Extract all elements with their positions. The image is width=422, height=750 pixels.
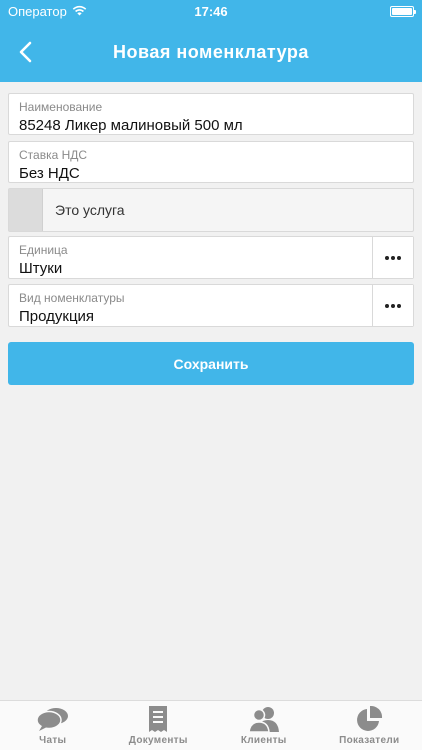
name-field-value[interactable]: 85248 Ликер малиновый 500 мл — [19, 116, 403, 136]
status-bar: Оператор 17:46 — [0, 0, 422, 22]
tab-indicators-label: Показатели — [339, 735, 400, 746]
vat-field[interactable]: Ставка НДС Без НДС — [8, 141, 414, 183]
name-field[interactable]: Наименование 85248 Ликер малиновый 500 м… — [8, 93, 414, 135]
status-left: Оператор — [8, 4, 87, 19]
unit-more-button[interactable] — [372, 237, 413, 278]
service-checkbox[interactable] — [9, 189, 43, 231]
battery-level — [392, 7, 412, 15]
page-title: Новая номенклатура — [113, 41, 309, 62]
chat-bubbles-icon — [35, 705, 71, 733]
service-toggle-label: Это услуга — [55, 202, 125, 218]
service-toggle-row[interactable]: Это услуга — [8, 188, 414, 232]
tab-documents-label: Документы — [128, 735, 188, 746]
tab-chats[interactable]: Чаты — [0, 701, 106, 750]
kind-field-label: Вид номенклатуры — [19, 291, 125, 305]
battery-icon — [390, 5, 416, 17]
chevron-left-icon — [19, 41, 32, 63]
tab-indicators[interactable]: Показатели — [317, 701, 422, 750]
tab-clients-label: Клиенты — [240, 735, 287, 746]
carrier-name: Оператор — [8, 3, 67, 19]
save-button[interactable]: Сохранить — [8, 342, 414, 385]
name-field-label: Наименование — [19, 100, 103, 114]
nav-bar: Новая номенклатура — [0, 22, 422, 82]
kind-field-value[interactable]: Продукция — [19, 307, 403, 327]
more-dots-icon — [385, 303, 401, 308]
tab-clients[interactable]: Клиенты — [211, 701, 317, 750]
unit-field[interactable]: Единица Штуки — [8, 236, 414, 279]
tab-chats-label: Чаты — [39, 735, 67, 746]
unit-field-label: Единица — [19, 243, 68, 257]
unit-field-value[interactable]: Штуки — [19, 259, 403, 279]
vat-field-value[interactable]: Без НДС — [19, 164, 403, 184]
kind-more-button[interactable] — [372, 285, 413, 326]
more-dots-icon — [385, 255, 401, 260]
tab-bar: Чаты Документы Клиенты Показатели — [0, 700, 422, 750]
users-icon — [246, 705, 282, 733]
kind-field[interactable]: Вид номенклатуры Продукция — [8, 284, 414, 327]
document-icon — [140, 705, 176, 733]
back-button[interactable] — [10, 36, 40, 68]
wifi-icon — [72, 4, 87, 19]
pie-chart-icon — [351, 705, 387, 733]
vat-field-label: Ставка НДС — [19, 148, 88, 162]
tab-documents[interactable]: Документы — [106, 701, 212, 750]
